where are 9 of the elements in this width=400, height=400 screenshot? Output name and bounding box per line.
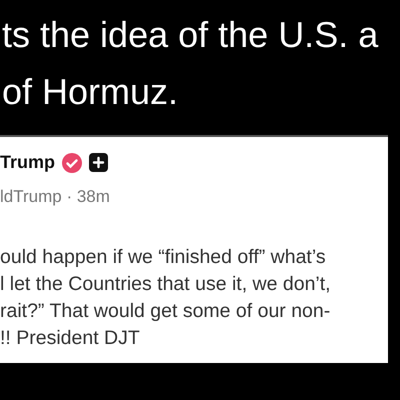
plus-icon bbox=[89, 153, 108, 172]
post-text-line: !! President DJT bbox=[0, 326, 140, 350]
post-text-line: ould happen if we “finished off” what’s bbox=[0, 244, 326, 270]
handle-and-time: ldTrump · 38m bbox=[0, 186, 110, 208]
post-text-line: l let the Countries that use it, we don’t, bbox=[0, 272, 331, 296]
caption-line: of Hormuz. bbox=[2, 70, 178, 114]
author-name: Trump bbox=[0, 151, 56, 174]
post-text-line: rait?” That would get some of our non- bbox=[0, 298, 330, 324]
caption-line: ts the idea of the U.S. a bbox=[2, 13, 378, 57]
